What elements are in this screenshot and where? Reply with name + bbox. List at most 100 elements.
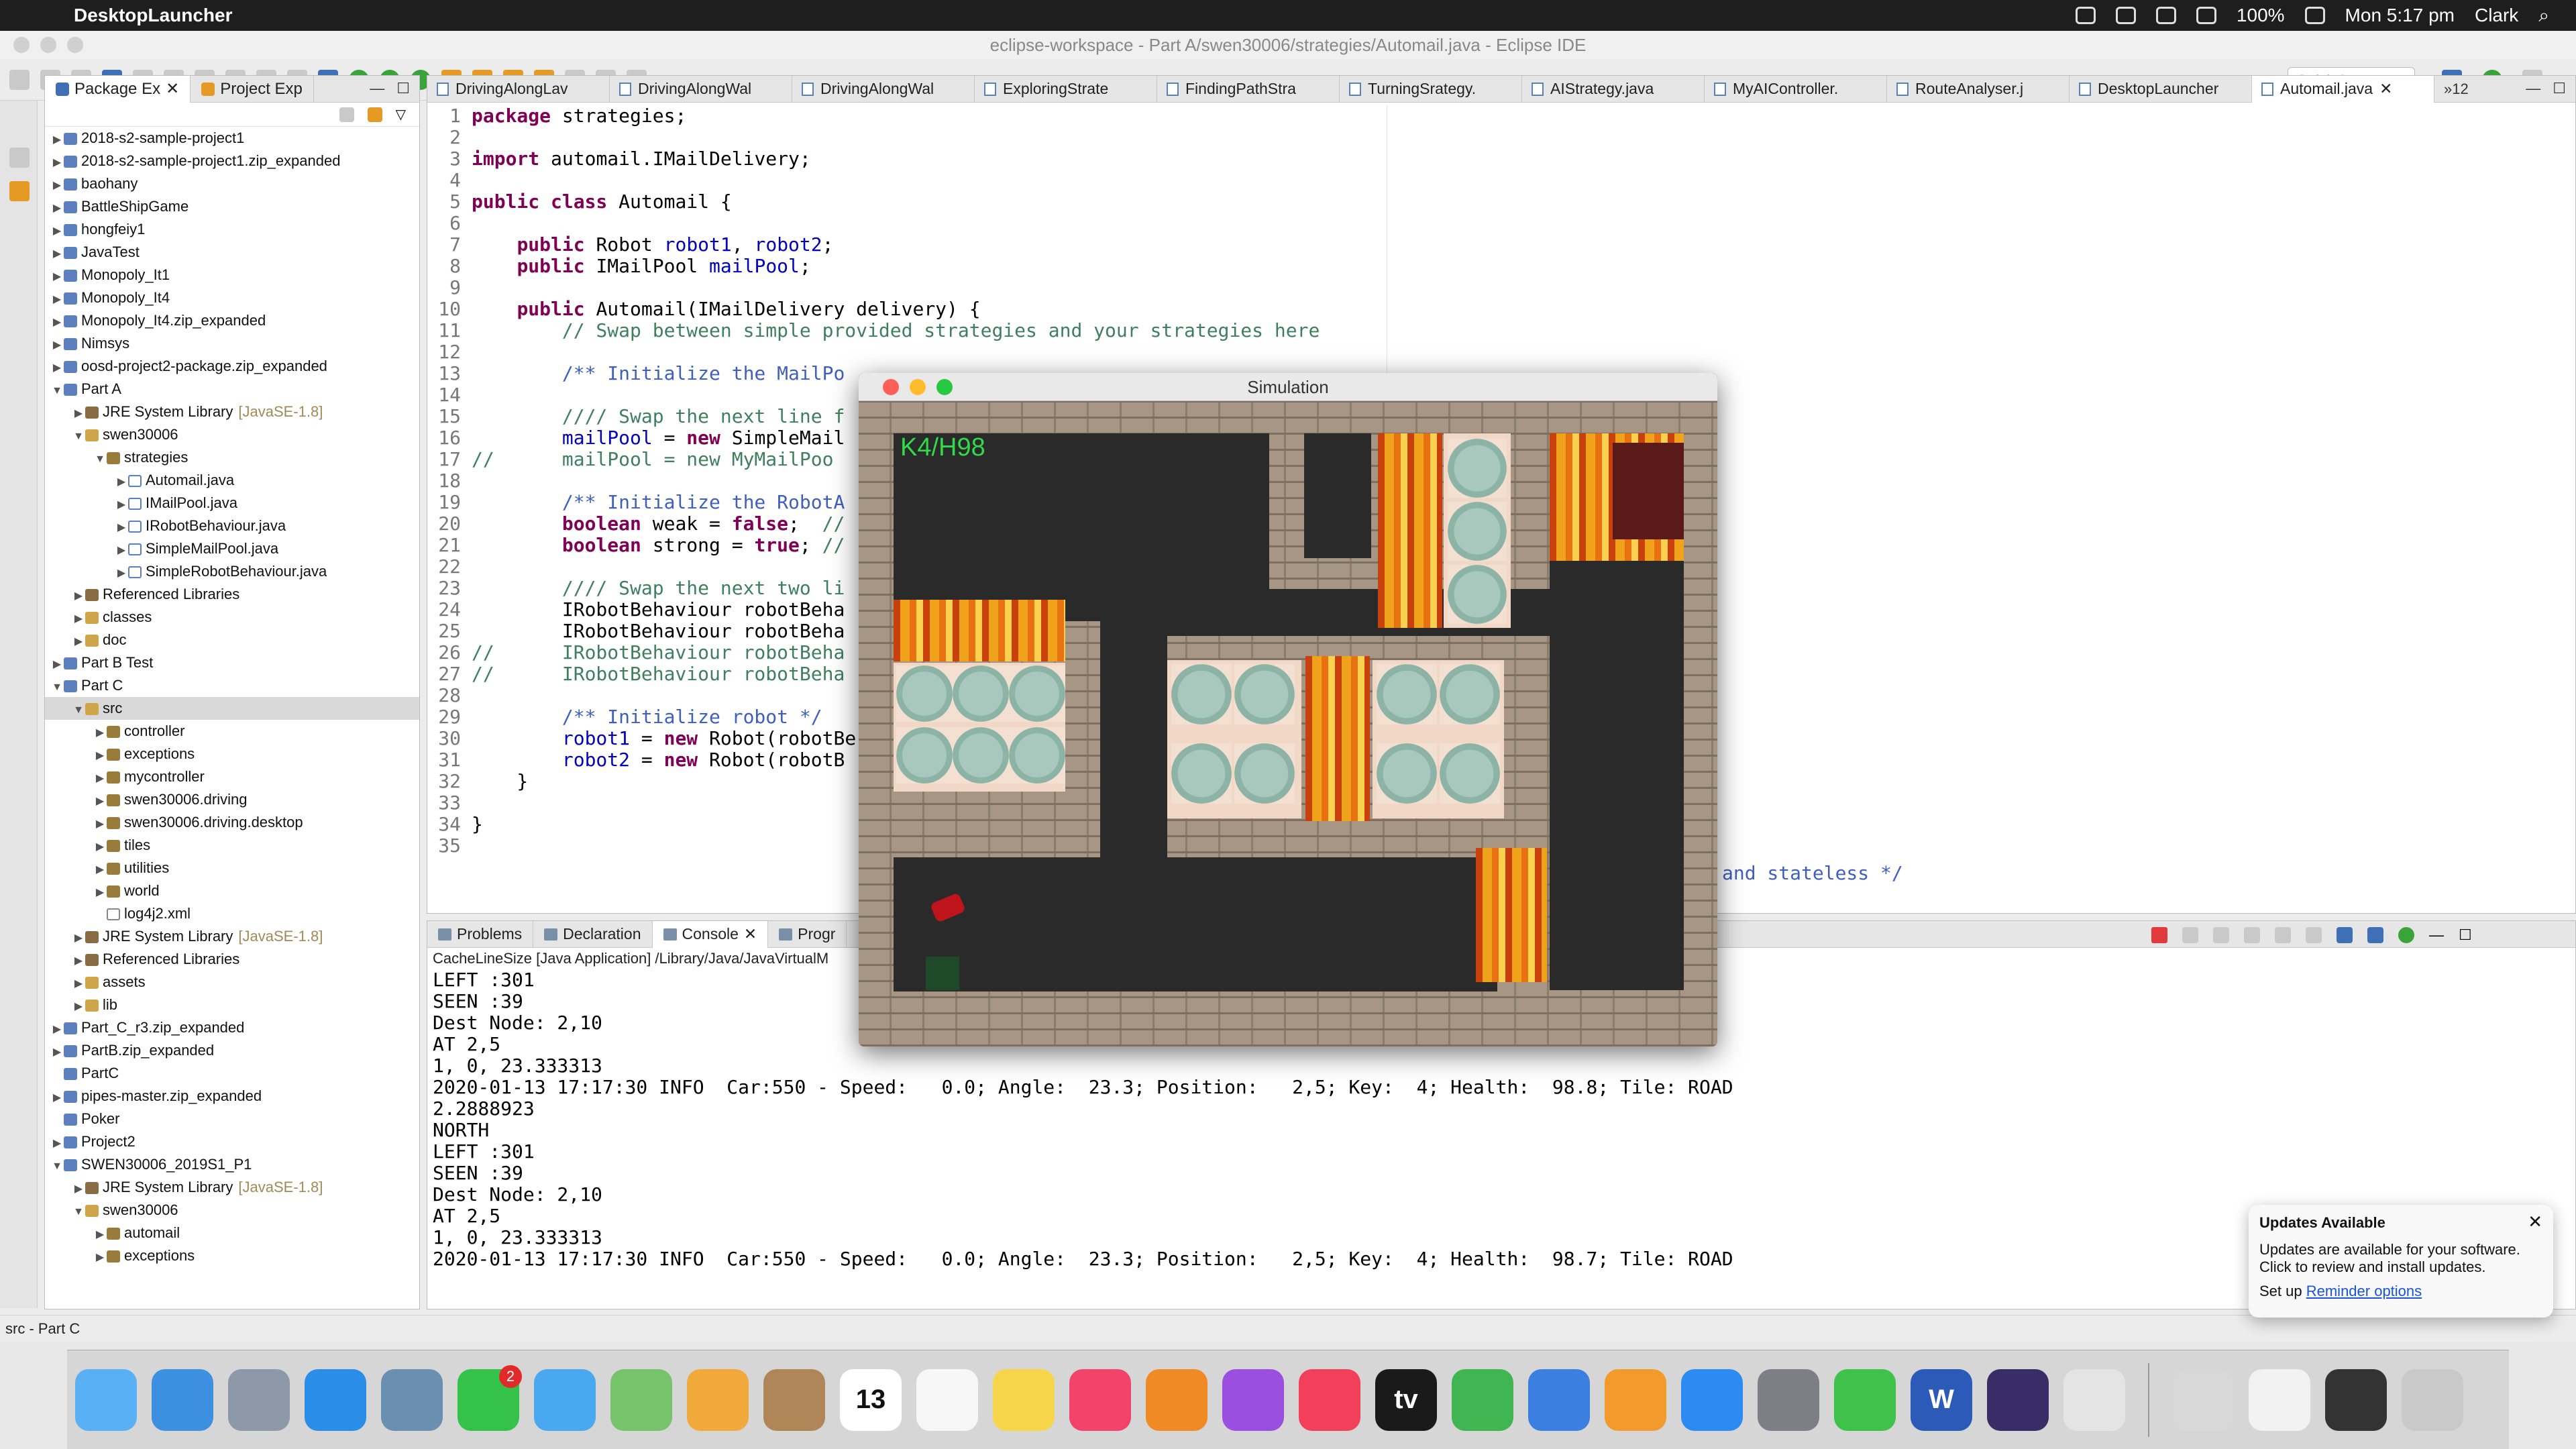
tree-item[interactable]: ▶ lib [45,994,419,1016]
tree-item[interactable]: ▶ JRE System Library [JavaSE-1.8] [45,400,419,423]
tree-item[interactable]: ▶ Referenced Libraries [45,948,419,971]
editor-tab[interactable]: TurningSrategy. [1340,75,1522,103]
news-icon[interactable] [1299,1368,1360,1431]
java-icon[interactable] [2063,1368,2125,1431]
bluetooth-icon[interactable] [2155,7,2176,24]
tree-item[interactable]: ▶ hongfeiy1 [45,218,419,241]
restore-icon[interactable] [9,148,30,168]
expand-toggle-icon[interactable]: ▶ [72,996,85,1018]
tree-item[interactable]: ▶ JRE System Library [JavaSE-1.8] [45,1176,419,1199]
editor-tab[interactable]: DrivingAlongWal [792,75,975,103]
tree-item[interactable]: ▶ Part_C_r3.zip_expanded [45,1016,419,1039]
messages-icon[interactable] [534,1368,596,1431]
tree-item[interactable]: ▶ PartB.zip_expanded [45,1039,419,1062]
editor-tab[interactable]: AIStrategy.java [1522,75,1705,103]
tree-item[interactable]: ▶ Part B Test [45,651,419,674]
minimize-editor-icon[interactable]: — [2526,80,2540,97]
tab-declaration[interactable]: Declaration [533,920,653,948]
tree-item[interactable]: ▶ utilities [45,857,419,879]
tv-icon[interactable]: tv [1375,1368,1437,1431]
app-name-menu[interactable]: DesktopLauncher [74,5,233,26]
editor-tab[interactable]: Automail.java ✕ [2252,75,2434,103]
expand-toggle-icon[interactable]: ▶ [115,517,128,539]
trash-icon[interactable] [2402,1368,2463,1431]
tree-item[interactable]: ▶ baohany [45,172,419,195]
expand-toggle-icon[interactable]: ▶ [50,220,64,243]
tree-item[interactable]: ▶ BattleShipGame [45,195,419,218]
minimize-window-button[interactable] [40,37,56,53]
expand-toggle-icon[interactable]: ▶ [72,608,85,631]
contacts-icon[interactable] [763,1368,825,1431]
expand-toggle-icon[interactable]: ▶ [93,859,107,881]
expand-toggle-icon[interactable]: ▶ [93,745,107,767]
tab-package-explorer[interactable]: Package Ex ✕ [45,75,191,103]
tree-item[interactable]: ▶ world [45,879,419,902]
minimize-console-icon[interactable]: — [2429,926,2444,944]
word-icon[interactable]: W [1911,1368,1972,1431]
tree-item[interactable]: ▶ swen30006.driving.desktop [45,811,419,834]
user-name[interactable]: Clark [2475,5,2518,26]
expand-toggle-icon[interactable]: ▼ [50,380,64,402]
scroll-lock-icon[interactable] [2275,927,2291,943]
expand-toggle-icon[interactable]: ▶ [50,129,64,152]
tree-item[interactable]: ▶ assets [45,971,419,994]
pages-icon[interactable] [1605,1368,1666,1431]
expand-toggle-icon[interactable]: ▶ [115,471,128,494]
tree-item[interactable]: ▶ oosd-project2-package.zip_expanded [45,355,419,378]
expand-toggle-icon[interactable]: ▶ [50,174,64,197]
expand-toggle-icon[interactable]: ▶ [93,722,107,745]
updates-notification[interactable]: Updates Available ✕ Updates are availabl… [2249,1205,2553,1318]
tab-problems[interactable]: Problems [427,920,534,948]
tree-item[interactable]: ▶ automail [45,1222,419,1244]
minimize-simulation-button[interactable] [910,379,926,395]
expand-toggle-icon[interactable]: ▶ [50,1018,64,1041]
word-wrap-icon[interactable] [2306,927,2322,943]
notes-icon[interactable] [993,1368,1055,1431]
clock[interactable]: Mon 5:17 pm [2345,5,2455,26]
expand-toggle-icon[interactable]: ▶ [50,1041,64,1064]
expand-toggle-icon[interactable]: ▼ [72,699,85,722]
tree-item[interactable]: PartC [45,1062,419,1085]
tree-item[interactable]: ▶ swen30006.driving [45,788,419,811]
task-list-icon[interactable] [9,181,30,201]
expand-toggle-icon[interactable]: ▶ [50,288,64,311]
close-tab-icon[interactable]: ✕ [2379,80,2392,98]
tree-item[interactable]: ▶ Project2 [45,1130,419,1153]
open-console-icon[interactable] [2398,927,2414,943]
view-menu-icon[interactable]: ▽ [396,106,406,123]
tree-item[interactable]: ▶ Automail.java [45,469,419,492]
expand-toggle-icon[interactable]: ▶ [93,1246,107,1269]
clear-console-icon[interactable] [2244,927,2260,943]
tree-item[interactable]: ▼ src [45,697,419,720]
expand-toggle-icon[interactable]: ▶ [93,881,107,904]
photos-icon[interactable] [687,1368,749,1431]
collapse-all-icon[interactable] [339,107,354,122]
finder-icon[interactable] [152,1368,213,1431]
expand-toggle-icon[interactable]: ▶ [72,973,85,996]
tree-item[interactable]: ▼ Part C [45,674,419,697]
tree-item[interactable]: ▶ Monopoly_It1 [45,264,419,286]
editor-tab[interactable]: DesktopLauncher [2070,75,2252,103]
app-store-icon[interactable] [1681,1368,1743,1431]
editor-tab[interactable]: FindingPathStra [1157,75,1340,103]
expand-toggle-icon[interactable]: ▶ [72,950,85,973]
minimize-view-icon[interactable]: — [370,80,384,97]
expand-toggle-icon[interactable]: ▶ [50,334,64,357]
safari-icon[interactable] [305,1368,366,1431]
expand-toggle-icon[interactable]: ▼ [50,676,64,699]
expand-toggle-icon[interactable]: ▶ [50,653,64,676]
close-notification-icon[interactable]: ✕ [2528,1212,2542,1232]
facetime-icon[interactable]: 2 [458,1364,522,1431]
tree-item[interactable]: ▶ tiles [45,834,419,857]
expand-toggle-icon[interactable]: ▶ [93,767,107,790]
editor-tab[interactable]: MyAIController. [1705,75,1887,103]
remove-launch-icon[interactable] [2182,927,2198,943]
tree-item[interactable]: ▶ Monopoly_It4.zip_expanded [45,309,419,332]
close-tab-icon[interactable]: ✕ [166,79,179,99]
tree-item[interactable]: ▶ mycontroller [45,765,419,788]
tree-item[interactable]: ▶ classes [45,606,419,629]
expand-toggle-icon[interactable]: ▶ [50,357,64,380]
expand-toggle-icon[interactable]: ▶ [115,562,128,585]
keynote-icon[interactable] [1528,1368,1590,1431]
tree-item[interactable]: ▶ Nimsys [45,332,419,355]
